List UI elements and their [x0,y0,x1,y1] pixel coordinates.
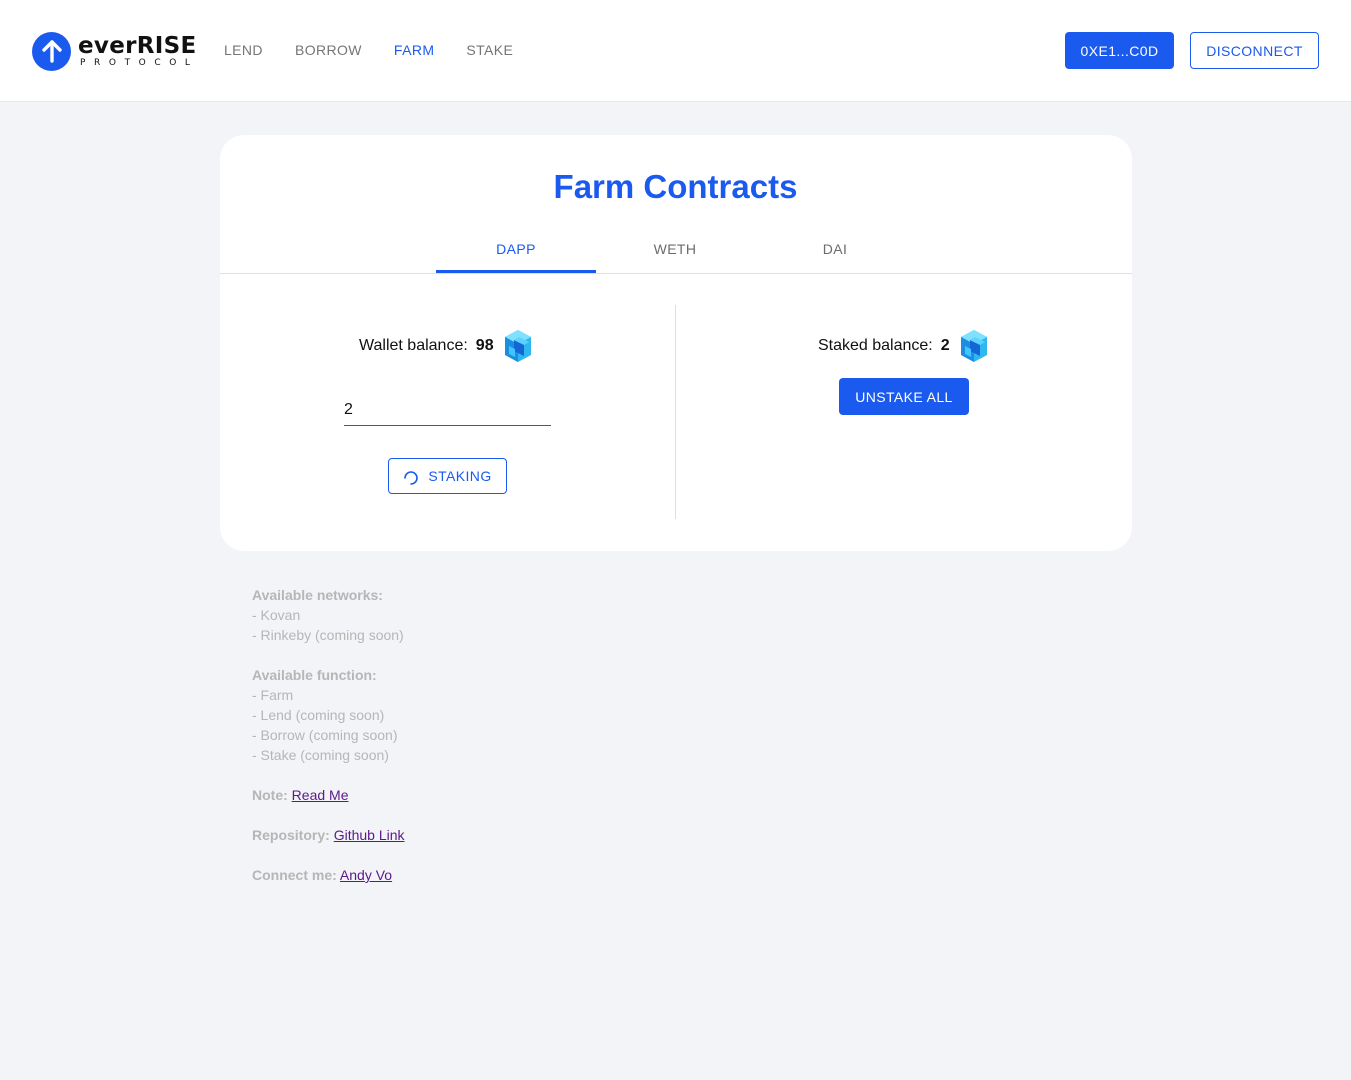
wallet-balance: Wallet balance: 98 [359,329,534,363]
function-item: - Farm [252,687,294,703]
column-divider [675,305,676,519]
logo-subtitle: PROTOCOL [80,58,199,68]
page-title: Farm Contracts [553,168,798,205]
wallet-address-button[interactable]: 0XE1...C0D [1065,32,1174,69]
main-nav: LEND BORROW FARM STAKE [224,42,545,59]
loading-spinner-icon [404,470,419,485]
networks-heading: Available networks: [252,587,383,603]
wallet-balance-value: 98 [475,337,494,354]
repository-heading: Repository: [252,827,330,843]
disconnect-button[interactable]: DISCONNECT [1190,32,1319,69]
function-item: - Stake (coming soon) [252,747,389,763]
network-item: - Rinkeby (coming soon) [252,627,404,643]
top-navbar: everRISE PROTOCOL LEND BORROW FARM STAKE… [0,0,1351,102]
tab-dapp[interactable]: DAPP [436,229,596,273]
functions-heading: Available function: [252,667,377,683]
dapp-token-icon [960,330,987,362]
nav-lend[interactable]: LEND [224,42,263,59]
info-section: Available networks: - Kovan - Rinkeby (c… [252,585,405,905]
staked-balance: Staked balance: 2 [818,329,990,363]
function-item: - Lend (coming soon) [252,707,385,723]
function-item: - Borrow (coming soon) [252,727,398,743]
github-link[interactable]: Github Link [334,827,405,843]
wallet-balance-label: Wallet balance: [359,337,468,354]
note-heading: Note: [252,787,288,803]
nav-stake[interactable]: STAKE [466,42,513,59]
tab-weth[interactable]: WETH [595,229,755,273]
staked-balance-value: 2 [940,337,950,354]
author-link[interactable]: Andy Vo [340,867,392,883]
dapp-token-icon [504,330,531,362]
staking-button[interactable]: STAKING [388,458,507,494]
arrow-up-icon [32,31,71,71]
unstake-all-button[interactable]: UNSTAKE ALL [839,378,969,415]
everrise-logo[interactable]: everRISE PROTOCOL [32,31,199,71]
staked-balance-label: Staked balance: [818,337,933,354]
tab-dai[interactable]: DAI [755,229,915,273]
read-me-link[interactable]: Read Me [292,787,349,803]
nav-borrow[interactable]: BORROW [295,42,362,59]
nav-farm[interactable]: FARM [394,42,435,59]
connect-heading: Connect me: [252,867,337,883]
network-item: - Kovan [252,607,301,623]
logo-name: everRISE [78,33,197,59]
token-tabs: DAPP WETH DAI [220,229,1132,274]
staking-button-label: STAKING [428,468,492,484]
stake-amount-input[interactable] [344,395,551,426]
